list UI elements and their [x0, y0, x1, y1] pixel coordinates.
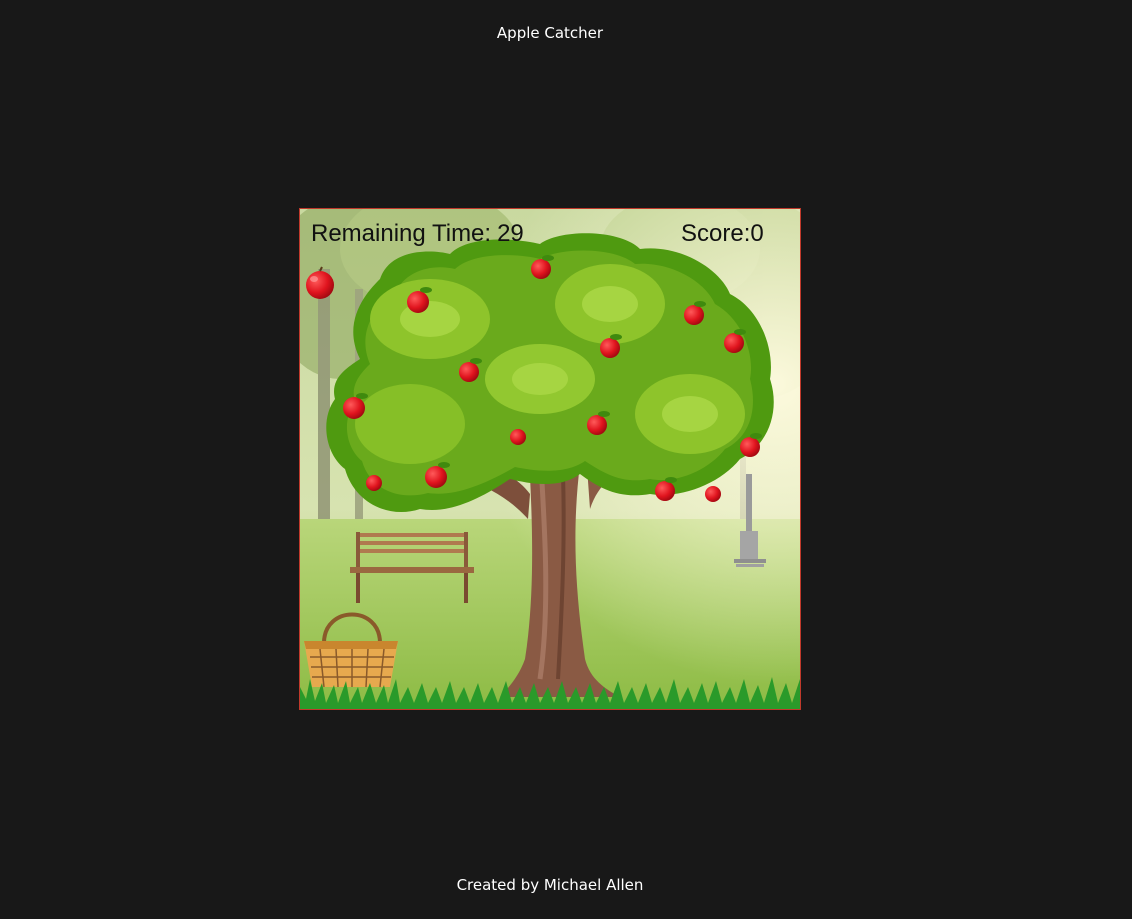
- apple-icon: [587, 415, 607, 435]
- tree-foliage: [326, 233, 774, 513]
- remaining-time-display: Remaining Time: 29: [311, 220, 524, 248]
- apple-icon: [600, 338, 620, 358]
- page-title: Apple Catcher: [496, 24, 604, 42]
- apple-icon: [366, 475, 382, 491]
- game-scene: [300, 209, 800, 709]
- apple-icon: [655, 481, 675, 501]
- score-display: Score:0: [681, 220, 764, 248]
- footer-credit: Created by Michael Allen: [456, 876, 644, 894]
- score-label: Score:: [681, 220, 751, 247]
- game-canvas[interactable]: Remaining Time: 29 Score:0: [299, 208, 801, 710]
- apple-icon: [724, 333, 744, 353]
- remaining-time-label: Remaining Time:: [311, 220, 492, 247]
- apple-icon: [531, 259, 551, 279]
- apple-icon: [425, 466, 447, 488]
- score-value: 0: [750, 220, 764, 247]
- apple-icon: [510, 429, 526, 445]
- remaining-time-value: 29: [497, 220, 524, 247]
- apple-icon: [343, 397, 365, 419]
- apple-icon: [684, 305, 704, 325]
- apple-icon: [407, 291, 429, 313]
- apple-icon: [459, 362, 479, 382]
- apple-icon: [705, 486, 721, 502]
- apple-icon: [740, 437, 760, 457]
